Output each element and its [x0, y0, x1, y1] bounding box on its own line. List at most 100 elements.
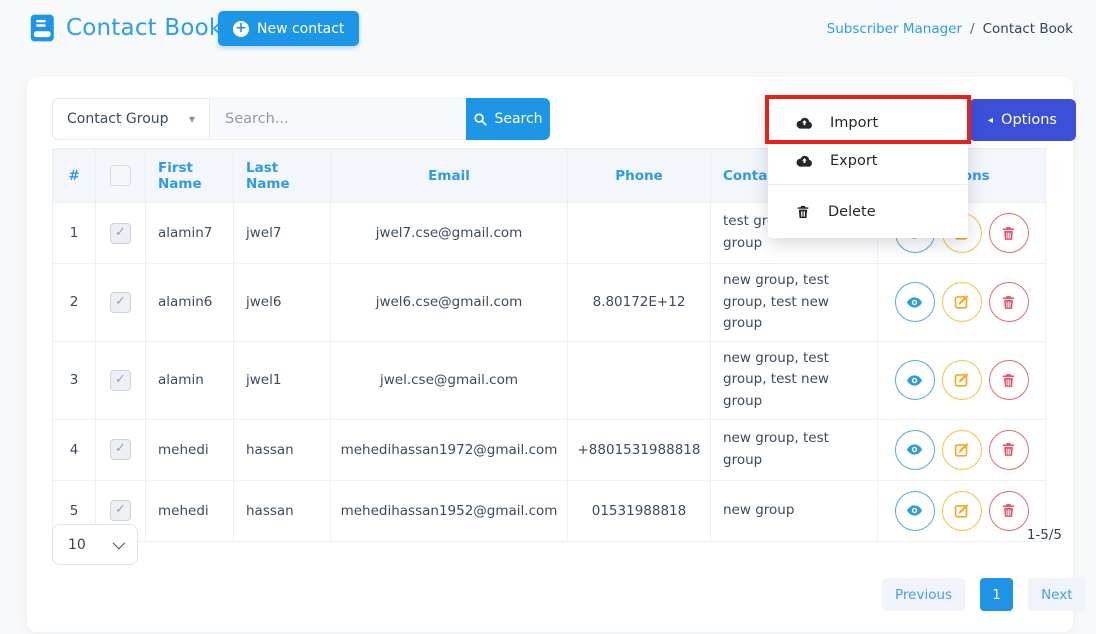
chevron-down-icon — [112, 536, 126, 550]
cell-phone — [567, 202, 711, 264]
view-button[interactable] — [894, 282, 935, 323]
delete-button[interactable] — [988, 429, 1029, 470]
cell-contact-groups: new group, test group — [710, 418, 878, 481]
row-num: 1 — [52, 202, 96, 264]
breadcrumb-link-subscriber-manager[interactable]: Subscriber Manager — [827, 21, 962, 37]
contact-group-filter-label: Contact Group — [67, 111, 169, 127]
menu-item-delete[interactable]: Delete — [768, 193, 968, 231]
table-row: 3 alamin jwel1 jwel.cse@gmail.com new gr… — [52, 340, 1046, 420]
cell-first-name: alamin — [145, 340, 234, 420]
view-button[interactable] — [894, 490, 935, 531]
cell-phone — [567, 340, 711, 420]
cloud-upload-icon — [795, 154, 813, 168]
cell-actions — [877, 418, 1046, 481]
delete-button[interactable] — [988, 490, 1029, 531]
row-select-cell — [95, 418, 146, 481]
cell-first-name: mehedi — [145, 479, 234, 542]
row-num: 2 — [52, 263, 96, 342]
plus-circle-icon — [233, 20, 249, 37]
cell-email: mehedihassan1972@gmail.com — [330, 418, 568, 481]
delete-button[interactable] — [988, 213, 1029, 253]
cell-phone: 8.80172E+12 — [567, 263, 711, 342]
contact-group-filter-select[interactable]: Contact Group — [52, 98, 210, 140]
search-button[interactable]: Search — [466, 98, 550, 140]
new-contact-label: New contact — [257, 20, 345, 37]
cell-last-name: hassan — [233, 479, 331, 542]
new-contact-button[interactable]: New contact — [218, 11, 360, 46]
cell-phone: 01531988818 — [567, 479, 711, 542]
col-header-phone: Phone — [567, 148, 711, 203]
row-num: 3 — [52, 340, 96, 420]
menu-divider — [768, 184, 968, 185]
options-button-label: Options — [1001, 112, 1057, 128]
col-header-num: # — [52, 148, 96, 203]
menu-item-label: Delete — [828, 204, 876, 220]
view-button[interactable] — [894, 429, 935, 470]
menu-item-import[interactable]: Import — [768, 104, 968, 142]
row-checkbox[interactable] — [110, 500, 131, 522]
row-checkbox[interactable] — [110, 439, 131, 461]
col-header-select-all — [95, 148, 146, 203]
row-select-cell — [95, 263, 146, 342]
result-range-label: 1-5/5 — [1026, 527, 1062, 543]
search-button-label: Search — [494, 111, 543, 127]
table-row: 4 mehedi hassan mehedihassan1972@gmail.c… — [52, 418, 1046, 481]
per-page-select[interactable]: 10 — [52, 524, 138, 565]
menu-item-label: Import — [830, 115, 879, 131]
caret-left-icon — [988, 115, 993, 126]
page-title: Contact Book — [66, 15, 223, 41]
col-header-email: Email — [330, 148, 568, 203]
cell-contact-groups: new group — [710, 479, 878, 542]
cell-email: jwel6.cse@gmail.com — [330, 263, 568, 342]
cell-last-name: jwel7 — [233, 202, 331, 264]
delete-button[interactable] — [988, 282, 1029, 323]
cell-first-name: alamin6 — [145, 263, 234, 342]
cell-actions — [877, 479, 1046, 542]
select-all-checkbox[interactable] — [110, 165, 131, 186]
cell-last-name: jwel1 — [233, 340, 331, 420]
row-checkbox[interactable] — [110, 369, 131, 391]
menu-item-label: Export — [830, 153, 878, 169]
delete-button[interactable] — [988, 360, 1029, 401]
cell-email: jwel.cse@gmail.com — [330, 340, 568, 420]
breadcrumb: Subscriber Manager / Contact Book — [827, 21, 1073, 37]
breadcrumb-separator: / — [970, 21, 975, 37]
table-row: 5 mehedi hassan mehedihassan1952@gmail.c… — [52, 479, 1046, 542]
cell-first-name: mehedi — [145, 418, 234, 481]
cell-email: jwel7.cse@gmail.com — [330, 202, 568, 264]
breadcrumb-current: Contact Book — [982, 21, 1073, 37]
edit-button[interactable] — [941, 360, 982, 401]
per-page-value: 10 — [68, 536, 86, 553]
caret-down-icon — [189, 112, 195, 126]
row-checkbox[interactable] — [110, 222, 131, 244]
table-row: 2 alamin6 jwel6 jwel6.cse@gmail.com 8.80… — [52, 263, 1046, 342]
pagination-previous-button[interactable]: Previous — [882, 578, 966, 611]
book-icon — [27, 13, 57, 43]
row-checkbox[interactable] — [110, 291, 131, 313]
row-num: 4 — [52, 418, 96, 481]
view-button[interactable] — [894, 360, 935, 401]
cell-first-name: alamin7 — [145, 202, 234, 264]
edit-button[interactable] — [941, 490, 982, 531]
app-brand: Contact Book — [27, 13, 222, 43]
menu-item-export[interactable]: Export — [768, 142, 968, 180]
options-dropdown-menu: Import Export Delete — [768, 98, 968, 238]
cell-actions — [877, 263, 1046, 342]
cell-last-name: hassan — [233, 418, 331, 481]
row-select-cell — [95, 340, 146, 420]
cell-contact-groups: new group, test group, test new group — [710, 340, 878, 420]
cell-contact-groups: new group, test group, test new group — [710, 263, 878, 342]
pagination: Previous 1 Next — [882, 578, 1086, 611]
cell-email: mehedihassan1952@gmail.com — [330, 479, 568, 542]
search-input[interactable] — [210, 98, 466, 140]
cloud-upload-icon — [795, 116, 813, 130]
cell-last-name: jwel6 — [233, 263, 331, 342]
row-select-cell — [95, 202, 146, 264]
pagination-page-1-button[interactable]: 1 — [980, 578, 1014, 611]
col-header-last-name: Last Name — [233, 148, 331, 203]
magnifier-icon — [473, 112, 488, 127]
options-button[interactable]: Options — [969, 99, 1076, 141]
edit-button[interactable] — [941, 429, 982, 470]
edit-button[interactable] — [941, 282, 982, 323]
pagination-next-button[interactable]: Next — [1028, 578, 1086, 611]
